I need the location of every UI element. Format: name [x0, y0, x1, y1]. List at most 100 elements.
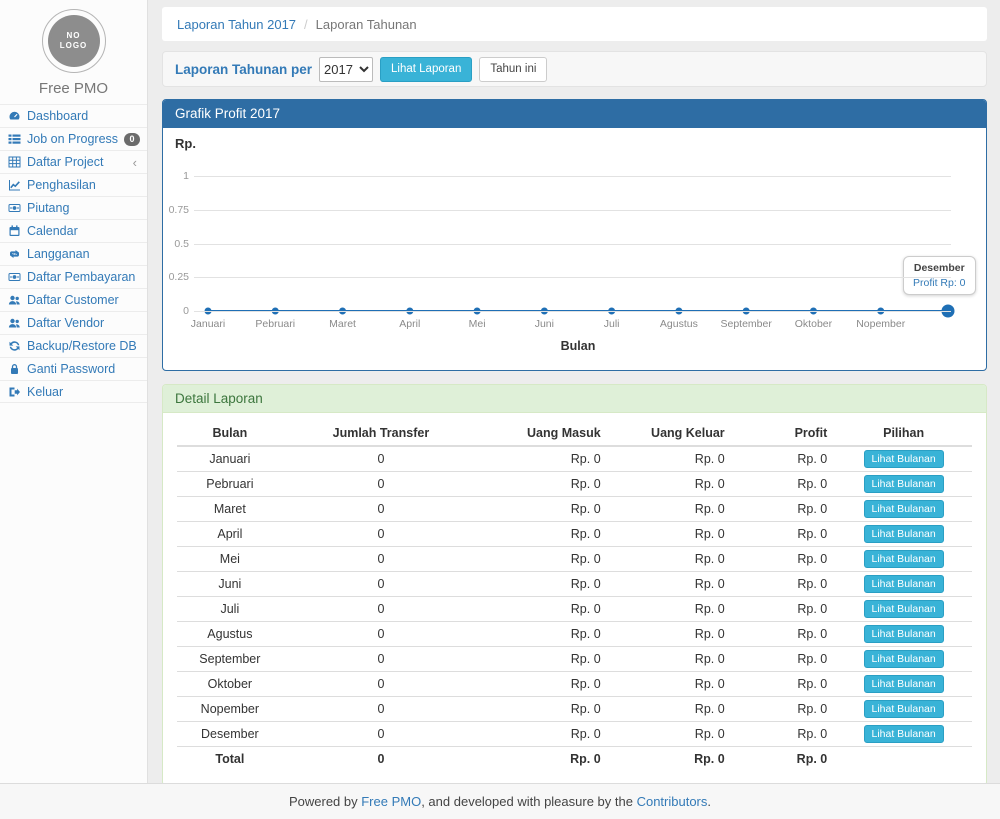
chart-y-tick-label: 0.75: [163, 204, 189, 216]
lihat-bulanan-button[interactable]: Lihat Bulanan: [864, 475, 944, 493]
sidebar-item-dashboard[interactable]: Dashboard: [0, 104, 147, 127]
sidebar-item-daftar-project[interactable]: Daftar Project ‹: [0, 150, 147, 173]
sidebar-item-penghasilan[interactable]: Penghasilan: [0, 173, 147, 196]
sidebar-item-calendar[interactable]: Calendar: [0, 219, 147, 242]
cell-bulan: April: [177, 522, 283, 547]
cell-jumlah-transfer: 0: [283, 547, 479, 572]
chart-y-tick-label: 1: [163, 170, 189, 182]
chart-panel-title: Grafik Profit 2017: [163, 100, 986, 128]
cell-total-keluar: Rp. 0: [609, 747, 733, 771]
cell-uang-keluar: Rp. 0: [609, 547, 733, 572]
cell-profit: Rp. 0: [733, 472, 836, 497]
lihat-bulanan-button[interactable]: Lihat Bulanan: [864, 575, 944, 593]
cell-jumlah-transfer: 0: [283, 647, 479, 672]
report-table-body: Januari0Rp. 0Rp. 0Rp. 0Lihat BulananPebr…: [177, 446, 972, 771]
lihat-laporan-button[interactable]: Lihat Laporan: [380, 57, 472, 82]
sidebar-item-ganti-password[interactable]: Ganti Password: [0, 357, 147, 380]
cell-bulan: Nopember: [177, 697, 283, 722]
sidebar-item-daftar-pembayaran[interactable]: Daftar Pembayaran: [0, 265, 147, 288]
cell-jumlah-transfer: 0: [283, 672, 479, 697]
users-icon: [8, 317, 21, 329]
footer-text-middle: , and developed with pleasure by the: [421, 794, 636, 809]
cell-total-transfer: 0: [283, 747, 479, 771]
job-count-badge: 0: [124, 133, 140, 146]
cell-total-pilihan: [835, 747, 972, 771]
report-filter-bar: Laporan Tahunan per 2017 Lihat Laporan T…: [162, 51, 987, 87]
cell-pilihan: Lihat Bulanan: [835, 622, 972, 647]
cell-profit: Rp. 0: [733, 722, 836, 747]
lihat-bulanan-button[interactable]: Lihat Bulanan: [864, 525, 944, 543]
logo: NO LOGO Free PMO: [0, 0, 147, 97]
sidebar-item-label: Langganan: [27, 247, 90, 261]
col-header-uang-masuk: Uang Masuk: [479, 421, 609, 446]
lihat-bulanan-button[interactable]: Lihat Bulanan: [864, 550, 944, 568]
cell-pilihan: Lihat Bulanan: [835, 697, 972, 722]
chart-tooltip: Desember Profit Rp: 0: [903, 256, 976, 295]
year-select[interactable]: 2017: [319, 57, 373, 82]
retweet-icon: [8, 248, 21, 260]
cell-total-label: Total: [177, 747, 283, 771]
cell-profit: Rp. 0: [733, 647, 836, 672]
sidebar-item-daftar-vendor[interactable]: Daftar Vendor: [0, 311, 147, 334]
cell-uang-keluar: Rp. 0: [609, 597, 733, 622]
cell-uang-keluar: Rp. 0: [609, 672, 733, 697]
sidebar: NO LOGO Free PMO Dashboard Job on Progre…: [0, 0, 148, 783]
cell-bulan: Desember: [177, 722, 283, 747]
report-table: Bulan Jumlah Transfer Uang Masuk Uang Ke…: [177, 421, 972, 771]
lihat-bulanan-button[interactable]: Lihat Bulanan: [864, 600, 944, 618]
sidebar-item-label: Daftar Pembayaran: [27, 270, 135, 284]
cell-pilihan: Lihat Bulanan: [835, 446, 972, 472]
lihat-bulanan-button[interactable]: Lihat Bulanan: [864, 500, 944, 518]
sidebar-item-keluar[interactable]: Keluar: [0, 380, 147, 403]
table-row: Januari0Rp. 0Rp. 0Rp. 0Lihat Bulanan: [177, 446, 972, 472]
footer-text-prefix: Powered by: [289, 794, 361, 809]
sidebar-item-label: Job on Progress: [27, 132, 118, 146]
cell-pilihan: Lihat Bulanan: [835, 547, 972, 572]
sidebar-item-langganan[interactable]: Langganan: [0, 242, 147, 265]
sidebar-item-backup-restore[interactable]: Backup/Restore DB: [0, 334, 147, 357]
cell-profit: Rp. 0: [733, 446, 836, 472]
cell-uang-masuk: Rp. 0: [479, 446, 609, 472]
profit-chart-panel: Grafik Profit 2017 Rp. Bulan Desember Pr…: [162, 99, 987, 371]
footer-link-contributors[interactable]: Contributors: [637, 794, 708, 809]
cell-jumlah-transfer: 0: [283, 522, 479, 547]
cell-profit: Rp. 0: [733, 672, 836, 697]
lihat-bulanan-button[interactable]: Lihat Bulanan: [864, 725, 944, 743]
chart-gridline: [194, 311, 951, 312]
footer-link-free-pmo[interactable]: Free PMO: [361, 794, 421, 809]
table-row: Oktober0Rp. 0Rp. 0Rp. 0Lihat Bulanan: [177, 672, 972, 697]
lihat-bulanan-button[interactable]: Lihat Bulanan: [864, 625, 944, 643]
breadcrumb-separator: /: [304, 17, 308, 32]
no-logo-badge: NO LOGO: [48, 15, 100, 67]
filter-label: Laporan Tahunan per: [175, 62, 312, 77]
detail-panel-title: Detail Laporan: [163, 385, 986, 413]
sidebar-item-job-on-progress[interactable]: Job on Progress 0: [0, 127, 147, 150]
lihat-bulanan-button[interactable]: Lihat Bulanan: [864, 650, 944, 668]
sidebar-item-label: Calendar: [27, 224, 78, 238]
sidebar-item-piutang[interactable]: Piutang: [0, 196, 147, 219]
tahun-ini-button[interactable]: Tahun ini: [479, 57, 547, 82]
breadcrumb-link[interactable]: Laporan Tahun 2017: [177, 17, 296, 32]
cell-profit: Rp. 0: [733, 497, 836, 522]
cell-pilihan: Lihat Bulanan: [835, 672, 972, 697]
table-header-row: Bulan Jumlah Transfer Uang Masuk Uang Ke…: [177, 421, 972, 446]
table-row: Nopember0Rp. 0Rp. 0Rp. 0Lihat Bulanan: [177, 697, 972, 722]
sidebar-item-label: Keluar: [27, 385, 63, 399]
line-chart-icon: [8, 179, 21, 191]
users-icon: [8, 294, 21, 306]
cell-pilihan: Lihat Bulanan: [835, 472, 972, 497]
cell-uang-keluar: Rp. 0: [609, 647, 733, 672]
cell-profit: Rp. 0: [733, 622, 836, 647]
lihat-bulanan-button[interactable]: Lihat Bulanan: [864, 675, 944, 693]
breadcrumb: Laporan Tahun 2017 / Laporan Tahunan: [162, 7, 987, 41]
col-header-uang-keluar: Uang Keluar: [609, 421, 733, 446]
chart-x-tick-label: Nopember: [841, 318, 921, 330]
breadcrumb-current: Laporan Tahunan: [316, 17, 417, 32]
lihat-bulanan-button[interactable]: Lihat Bulanan: [864, 450, 944, 468]
cell-bulan: Pebruari: [177, 472, 283, 497]
sidebar-item-daftar-customer[interactable]: Daftar Customer: [0, 288, 147, 311]
cell-pilihan: Lihat Bulanan: [835, 522, 972, 547]
cell-uang-keluar: Rp. 0: [609, 697, 733, 722]
cell-uang-keluar: Rp. 0: [609, 497, 733, 522]
lihat-bulanan-button[interactable]: Lihat Bulanan: [864, 700, 944, 718]
